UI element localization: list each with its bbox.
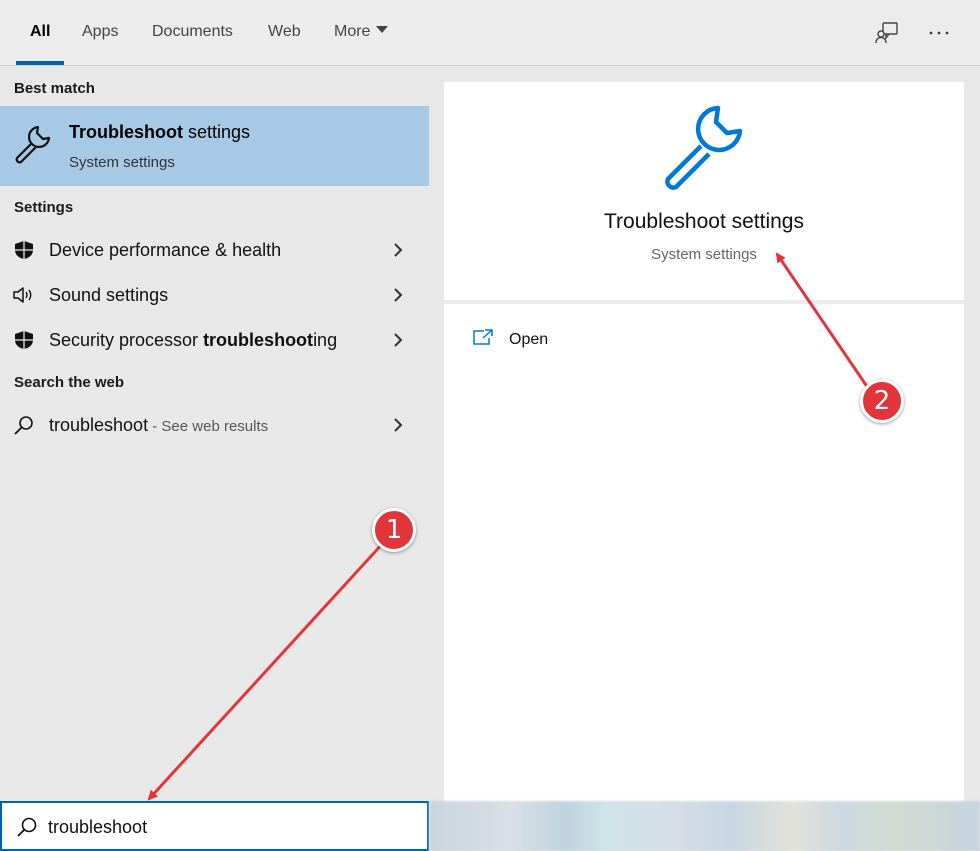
search-icon bbox=[17, 817, 37, 837]
best-match-subtitle: System settings bbox=[69, 154, 175, 171]
web-search-result[interactable]: troubleshoot - See web results bbox=[0, 403, 429, 447]
settings-item-label: Sound settings bbox=[49, 285, 169, 305]
feedback-icon[interactable] bbox=[874, 20, 900, 46]
search-box[interactable] bbox=[0, 801, 429, 851]
settings-item-security-processor[interactable]: Security processor troubleshooting bbox=[0, 318, 429, 362]
wrench-icon bbox=[665, 105, 743, 190]
preview-header: Troubleshoot settings System settings bbox=[444, 82, 964, 300]
active-tab-indicator bbox=[16, 61, 64, 65]
best-match-title: Troubleshoot settings bbox=[69, 122, 250, 143]
search-icon bbox=[14, 416, 33, 435]
tab-more[interactable]: More bbox=[334, 22, 389, 42]
chevron-down-icon bbox=[376, 26, 389, 34]
search-input[interactable] bbox=[48, 813, 408, 841]
open-action-label: Open bbox=[509, 331, 549, 348]
taskbar bbox=[429, 801, 980, 851]
section-heading-best-match: Best match bbox=[14, 80, 95, 97]
more-options-icon[interactable] bbox=[926, 20, 952, 46]
tab-documents[interactable]: Documents bbox=[152, 22, 233, 42]
wrench-icon bbox=[15, 125, 51, 164]
section-heading-search-web: Search the web bbox=[14, 374, 125, 391]
label-post: ing bbox=[313, 330, 338, 350]
tab-apps[interactable]: Apps bbox=[82, 22, 118, 42]
best-match-result[interactable]: Troubleshoot settings System settings bbox=[0, 106, 429, 186]
settings-item-device-performance[interactable]: Device performance & health bbox=[0, 228, 429, 272]
settings-item-label: Device performance & health bbox=[49, 240, 282, 260]
divider bbox=[444, 300, 964, 304]
preview-title: Troubleshoot settings bbox=[603, 210, 804, 233]
tab-web[interactable]: Web bbox=[268, 22, 301, 42]
chevron-right-icon[interactable] bbox=[392, 241, 404, 259]
settings-item-label: Security processor troubleshooting bbox=[49, 330, 337, 351]
right-margin bbox=[964, 66, 980, 801]
preview-pane: Troubleshoot settings System settings Op… bbox=[444, 82, 964, 802]
chevron-right-icon[interactable] bbox=[392, 416, 404, 434]
chevron-right-icon[interactable] bbox=[392, 331, 404, 349]
label-bold: troubleshoot bbox=[203, 330, 314, 350]
chevron-right-icon[interactable] bbox=[392, 286, 404, 304]
speaker-icon bbox=[13, 287, 32, 303]
search-scope-bar: All Apps Documents Web More bbox=[0, 0, 980, 66]
label-pre: Security processor bbox=[49, 330, 204, 350]
shield-icon bbox=[15, 331, 33, 349]
section-heading-settings: Settings bbox=[14, 199, 74, 216]
tab-all[interactable]: All bbox=[30, 22, 50, 42]
preview-subtitle: System settings bbox=[651, 246, 757, 263]
tab-more-label: More bbox=[334, 23, 371, 40]
web-search-term: troubleshoot bbox=[49, 415, 149, 435]
best-match-title-bold: Troubleshoot bbox=[69, 122, 183, 142]
annotation-badge-2: 2 bbox=[860, 379, 904, 423]
results-pane: Best match Troubleshoot settings System … bbox=[0, 66, 429, 801]
settings-item-sound[interactable]: Sound settings bbox=[0, 273, 429, 317]
open-icon bbox=[473, 329, 493, 345]
shield-icon bbox=[15, 241, 33, 259]
annotation-badge-1: 1 bbox=[372, 508, 416, 552]
best-match-title-rest: settings bbox=[183, 122, 251, 142]
open-action[interactable]: Open bbox=[472, 326, 612, 356]
web-search-label: troubleshoot - See web results bbox=[49, 415, 268, 436]
web-search-hint: - See web results bbox=[148, 418, 269, 435]
